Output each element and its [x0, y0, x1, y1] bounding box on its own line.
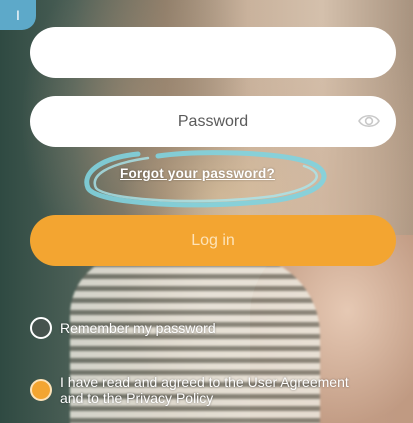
account-field[interactable]	[30, 27, 396, 78]
remember-label: Remember my password	[60, 320, 216, 336]
account-input[interactable]	[30, 27, 396, 78]
eye-icon[interactable]	[358, 112, 380, 130]
agreement-label: I have read and agreed to the User Agree…	[60, 374, 349, 406]
forgot-password-link[interactable]: Forgot your password?	[120, 166, 275, 181]
login-screen: I Forgot your password? Log in Remember …	[0, 0, 413, 423]
remember-password-option[interactable]: Remember my password	[30, 317, 216, 339]
login-button[interactable]: Log in	[30, 215, 396, 266]
password-field[interactable]	[30, 96, 396, 147]
remember-checkbox[interactable]	[30, 317, 52, 339]
password-input[interactable]	[30, 96, 396, 147]
corner-badge: I	[0, 0, 36, 30]
agreement-checkbox[interactable]	[30, 379, 52, 401]
forgot-password-area: Forgot your password?	[78, 148, 338, 210]
agreement-option[interactable]: I have read and agreed to the User Agree…	[30, 374, 350, 406]
